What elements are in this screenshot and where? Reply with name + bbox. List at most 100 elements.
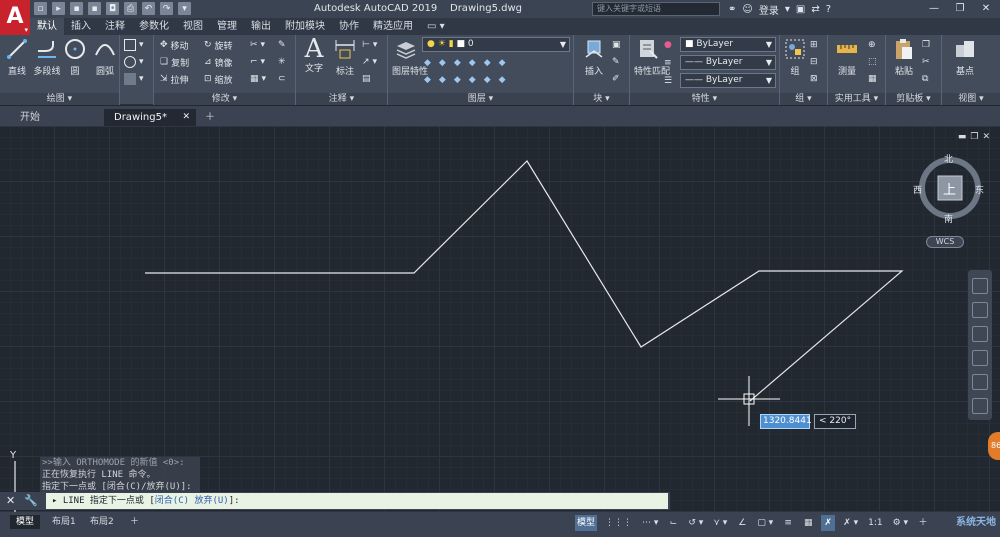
chevron-down-icon[interactable]: ▾ — [785, 4, 790, 15]
annotation-scale-value[interactable]: 1:1 — [866, 515, 884, 531]
ribbon-tab[interactable]: 插入 — [64, 18, 98, 35]
dynamic-angle-input[interactable]: < 220° — [814, 414, 856, 429]
measure-button[interactable]: 测量 — [832, 37, 862, 78]
lineweight-toggle-icon[interactable]: ≡ — [781, 515, 795, 531]
help-icon[interactable]: ? — [826, 4, 831, 15]
panel-groups-title[interactable]: 组 ▾ — [780, 93, 827, 105]
linetype-tool[interactable]: ≡ — [664, 55, 672, 71]
panel-block-title[interactable]: 块 ▾ — [574, 93, 629, 105]
panel-clipboard-title[interactable]: 剪贴板 ▾ — [886, 93, 941, 105]
scale-tool[interactable]: ⊡ 缩放 — [204, 71, 233, 87]
layer-unlock-icon[interactable]: ◆ — [469, 75, 476, 85]
hatch-tool[interactable]: ▾ — [124, 54, 144, 70]
calculator-tool[interactable]: ▦ — [868, 71, 877, 87]
layer-properties-button[interactable]: 图层特性 — [392, 37, 428, 78]
layer-state-icon[interactable]: ◆ — [499, 58, 506, 68]
model-space-toggle[interactable]: 模型 — [575, 515, 598, 531]
panel-properties-title[interactable]: 特性 ▾ — [630, 93, 779, 105]
layer-dropdown[interactable]: ● ☀ ▮ ■ 0 ▼ — [422, 37, 570, 52]
arc-button[interactable]: 圆弧 — [92, 37, 118, 78]
panel-annotation-title[interactable]: 注释 ▾ — [296, 93, 387, 105]
circle-button[interactable]: 圆 — [63, 37, 87, 78]
panel-utilities-title[interactable]: 实用工具 ▾ — [828, 93, 885, 105]
viewcube-top-face[interactable]: 上 — [943, 179, 956, 198]
close-icon[interactable]: ✕ — [182, 109, 190, 126]
ribbon-tab[interactable]: 视图 — [176, 18, 210, 35]
navbar-menu-icon[interactable] — [972, 398, 988, 414]
layer-unisolate-icon[interactable]: ◆ — [424, 75, 431, 85]
recent-commands-icon[interactable]: ▸ — [52, 496, 57, 506]
close-icon[interactable]: ✕ — [6, 494, 15, 507]
user-icon[interactable]: ☺ — [742, 4, 752, 15]
undo-icon[interactable]: ↶ — [142, 2, 155, 15]
web-mobile-icon[interactable]: ◘ — [106, 2, 119, 15]
ungroup-tool[interactable]: ⊞ — [810, 37, 818, 53]
binoculars-icon[interactable]: ⚭ — [728, 4, 736, 15]
ribbon-tab[interactable]: 注释 — [98, 18, 132, 35]
select-all-tool[interactable]: ⬚ — [868, 54, 877, 70]
copy-link-tool[interactable]: ⧉ — [922, 71, 928, 87]
open-file-icon[interactable]: ▸ — [52, 2, 65, 15]
leader-tool[interactable]: ↗ ▾ — [362, 54, 377, 70]
copy-tool[interactable]: ❏ 复制 — [160, 54, 189, 70]
layer-on-icon[interactable]: ◆ — [454, 75, 461, 85]
redo-icon[interactable]: ↷ — [160, 2, 173, 15]
layer-isolate-icon[interactable]: ◆ — [424, 58, 431, 68]
move-tool[interactable]: ✥ 移动 — [160, 37, 189, 53]
ribbon-tab[interactable]: 精选应用 — [366, 18, 420, 35]
polyline-button[interactable]: 多段线 — [32, 37, 62, 78]
panel-draw-title[interactable]: 绘图 ▾ — [0, 93, 119, 105]
linetype-dropdown[interactable]: —— ByLayer ▼ — [680, 55, 776, 70]
linear-dim-tool[interactable]: ⊢ ▾ — [362, 37, 377, 53]
compass-east[interactable]: 东 — [975, 183, 984, 196]
rotate-tool[interactable]: ↻ 旋转 — [204, 37, 233, 53]
close-icon[interactable]: ✕ — [974, 1, 998, 16]
object-snap-tracking-icon[interactable]: ∠ — [735, 515, 749, 531]
tab-start[interactable]: 开始 — [10, 109, 98, 126]
edit-attribute-tool[interactable]: ✐ — [612, 71, 620, 87]
layer-lock-icon[interactable]: ◆ — [469, 58, 476, 68]
customize-qat-icon[interactable]: ▾ — [178, 2, 191, 15]
transparency-icon[interactable]: ▦ — [801, 515, 815, 531]
orbit-icon[interactable] — [972, 350, 988, 366]
ribbon-tab[interactable]: 默认 — [30, 18, 64, 35]
offset-tool[interactable]: ⊂ — [278, 71, 286, 87]
wrench-icon[interactable]: 🔧 — [24, 494, 38, 507]
annotation-visibility-icon[interactable]: ✗ ▾ — [841, 515, 860, 531]
layout-tab-layout1[interactable]: 布局1 — [46, 515, 82, 529]
color-wheel-tool[interactable]: ● — [664, 37, 672, 53]
grid-icon[interactable]: ⋮⋮⋮ — [603, 515, 634, 531]
layer-match-icon[interactable]: ◆ — [484, 58, 491, 68]
minimize-viewport-icon[interactable]: ▬ — [958, 132, 967, 142]
new-tab-button[interactable]: ＋ — [200, 109, 218, 126]
match-properties-button[interactable]: 特性匹配 — [634, 37, 670, 78]
cart-icon[interactable]: ▣ — [796, 4, 805, 15]
create-block-tool[interactable]: ▣ — [612, 37, 621, 53]
mirror-tool[interactable]: ⊿ 镜像 — [204, 54, 233, 70]
lineweight-tool[interactable]: ☰ — [664, 73, 672, 89]
snap-mode-icon[interactable]: ⋯ ▾ — [640, 515, 660, 531]
ribbon-tab[interactable]: 参数化 — [132, 18, 176, 35]
edit-block-tool[interactable]: ✎ — [612, 54, 620, 70]
annotation-scale-icon[interactable]: ✗ — [821, 515, 836, 531]
print-icon[interactable]: ⎙ — [124, 2, 137, 15]
text-button[interactable]: A 文字 — [300, 36, 328, 75]
paste-button[interactable]: 粘贴 — [890, 37, 918, 78]
ribbon-options-icon[interactable]: ▭ ▾ — [420, 18, 452, 35]
close-viewport-icon[interactable]: ✕ — [982, 132, 990, 142]
table-tool[interactable]: ▤ — [362, 71, 371, 87]
save-as-icon[interactable]: ▪ — [88, 2, 101, 15]
command-input[interactable]: ▸ LINE 指定下一点或 [闭合(C) 放弃(U)]: — [46, 493, 668, 509]
trim-tool[interactable]: ✂ ▾ — [250, 37, 265, 53]
steering-wheel-icon[interactable] — [972, 278, 988, 294]
option-close[interactable]: 闭合(C) — [155, 496, 189, 506]
option-undo[interactable]: 放弃(U) — [194, 496, 228, 506]
layer-thaw-icon[interactable]: ◆ — [439, 75, 446, 85]
ortho-icon[interactable]: ⌙ — [666, 515, 680, 531]
compass-west[interactable]: 西 — [913, 183, 922, 196]
compass-north[interactable]: 北 — [944, 152, 953, 165]
panel-layers-title[interactable]: 图层 ▾ — [388, 93, 573, 105]
wcs-menu[interactable]: WCS — [926, 236, 964, 248]
minimize-icon[interactable]: — — [922, 1, 946, 16]
rectangle-tool[interactable]: ▾ — [124, 37, 144, 53]
